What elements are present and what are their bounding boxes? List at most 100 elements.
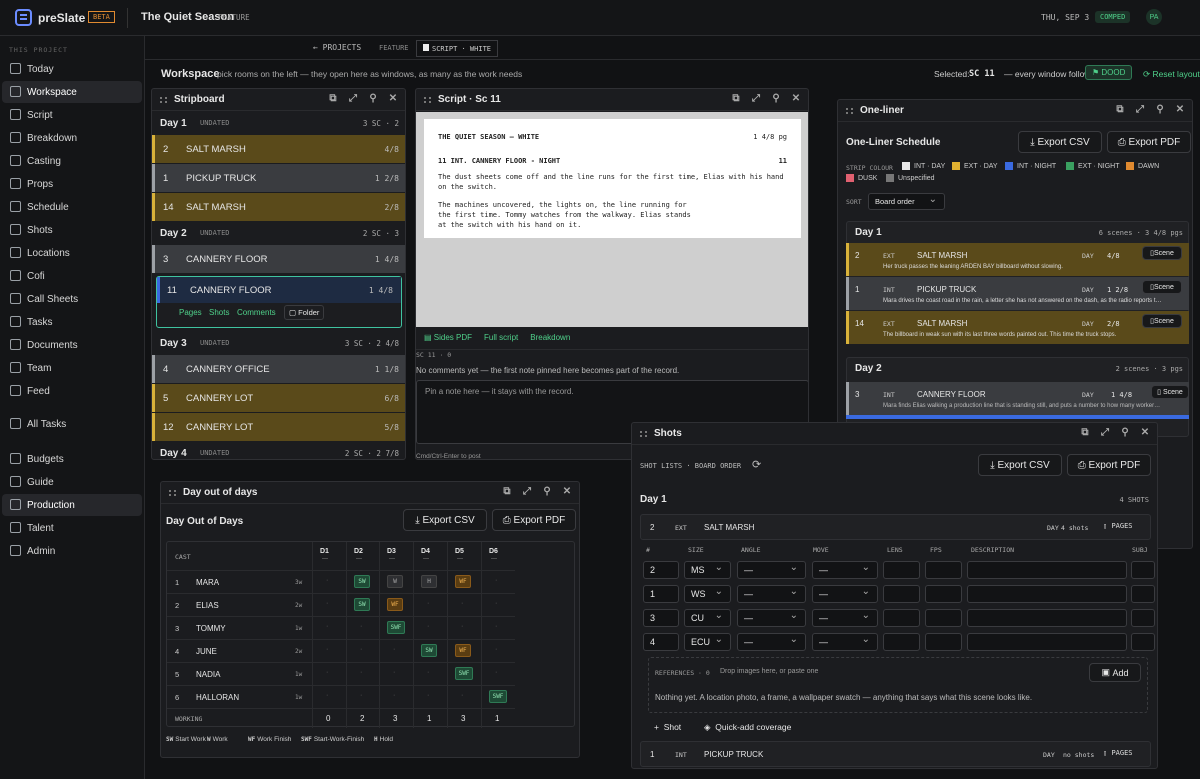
day-header[interactable]: Day 1 UNDATED 3 SC · 2 — [152, 112, 405, 134]
scene-button[interactable]: ▯ Scene — [1151, 385, 1189, 399]
shot-size-select[interactable]: WS — [684, 585, 731, 603]
selected-strip[interactable]: 11 CANNERY FLOOR 1 4/8 Pages Shots Comments ▢ … — [156, 276, 402, 328]
shot-lens-input[interactable] — [883, 633, 920, 651]
oneliner-row[interactable]: 3 INT CANNERY FLOOR DAY 1 4/8 Mara finds… — [846, 382, 1189, 415]
sidebar-item-team[interactable]: Team — [2, 357, 142, 379]
sidebar-item-call-sheets[interactable]: Call Sheets — [2, 288, 142, 310]
dood-status-sw[interactable]: SW — [421, 644, 437, 657]
day-header[interactable]: Day 2 UNDATED 2 SC · 3 — [152, 222, 405, 244]
maximize-icon[interactable]: ⤢ — [1134, 104, 1146, 115]
shot-size-select[interactable]: ECU — [684, 633, 731, 651]
close-icon[interactable]: ✕ — [1139, 427, 1151, 438]
shots-scene-row[interactable]: 1 INT PICKUP TRUCK DAY no shots ▯ PAGES — [640, 741, 1151, 767]
dood-status-sw[interactable]: SW — [354, 575, 370, 588]
popout-icon[interactable]: ⧉ — [501, 486, 513, 497]
sidebar-item-talent[interactable]: Talent — [2, 517, 142, 539]
sidebar-item-today[interactable]: Today — [2, 58, 142, 80]
sidebar-item-documents[interactable]: Documents — [2, 334, 142, 356]
shot-fps-input[interactable] — [925, 561, 962, 579]
sidebar-item-tasks[interactable]: Tasks — [2, 311, 142, 333]
shot-fps-input[interactable] — [925, 633, 962, 651]
shot-size-select[interactable]: MS — [684, 561, 731, 579]
shot-subject-input[interactable] — [1131, 633, 1155, 651]
pages-button[interactable]: ▯ PAGES — [1103, 522, 1133, 530]
sort-select[interactable]: Board order — [868, 193, 945, 210]
dood-status-sw[interactable]: SW — [354, 598, 370, 611]
pages-button[interactable]: ▯ PAGES — [1103, 749, 1133, 757]
shot-description-input[interactable] — [967, 633, 1127, 651]
oneliner-titlebar[interactable]: One-liner ⧉ ⤢ ⚲ ✕ — [838, 100, 1192, 122]
pin-icon[interactable]: ⚲ — [541, 486, 553, 497]
dood-button[interactable]: ⚑ DOOD — [1085, 65, 1133, 80]
dood-titlebar[interactable]: Day out of days ⧉ ⤢ ⚲ ✕ — [161, 482, 579, 504]
day-header[interactable]: Day 4 UNDATED 2 SC · 2 7/8 — [152, 442, 405, 459]
shot-angle-select[interactable]: — — [737, 561, 806, 579]
export-csv-button[interactable]: ⤓ Export CSV — [403, 509, 487, 531]
close-icon[interactable]: ✕ — [790, 93, 802, 104]
shot-number-input[interactable]: 4 — [643, 633, 679, 651]
dood-status-swf[interactable]: SWF — [387, 621, 405, 634]
dood-status-swf[interactable]: SWF — [489, 690, 507, 703]
shot-fps-input[interactable] — [925, 609, 962, 627]
shots-titlebar[interactable]: Shots ⧉ ⤢ ⚲ ✕ — [632, 423, 1157, 445]
close-icon[interactable]: ✕ — [387, 93, 399, 104]
shot-subject-input[interactable] — [1131, 585, 1155, 603]
strip[interactable]: 3 CANNERY FLOOR 1 4/8 — [152, 245, 405, 273]
maximize-icon[interactable]: ⤢ — [750, 93, 762, 104]
shot-lens-input[interactable] — [883, 609, 920, 627]
shot-lens-input[interactable] — [883, 561, 920, 579]
shot-move-select[interactable]: — — [812, 561, 878, 579]
dood-status-w[interactable]: W — [387, 575, 403, 588]
shot-size-select[interactable]: CU — [684, 609, 731, 627]
dood-status-wf[interactable]: WF — [387, 598, 403, 611]
sidebar-item-breakdown[interactable]: Breakdown — [2, 127, 142, 149]
strip[interactable]: 14 SALT MARSH 2/8 — [152, 193, 405, 221]
sidebar-item-cofi[interactable]: Cofi — [2, 265, 142, 287]
reset-layout-button[interactable]: ⟳ Reset layout — [1143, 69, 1200, 80]
sidebar-item-script[interactable]: Script — [2, 104, 142, 126]
shot-angle-select[interactable]: — — [737, 609, 806, 627]
sidebar-item-locations[interactable]: Locations — [2, 242, 142, 264]
quick-add-button[interactable]: ◈ Quick-add coverage — [704, 722, 791, 733]
dood-status-wf[interactable]: WF — [455, 575, 471, 588]
shots-scene-row[interactable]: 2 EXT SALT MARSH DAY 4 shots ▯ PAGES — [640, 514, 1151, 540]
export-pdf-button[interactable]: ⎙ Export PDF — [1107, 131, 1191, 153]
references-dropzone[interactable]: REFERENCES · 0 Drop images here, or past… — [648, 657, 1148, 713]
sidebar-item-admin[interactable]: Admin — [2, 540, 142, 562]
folder-button[interactable]: ▢ Folder — [284, 305, 325, 320]
breakdown-link[interactable]: Breakdown — [530, 333, 570, 342]
pin-icon[interactable]: ⚲ — [770, 93, 782, 104]
shot-description-input[interactable] — [967, 561, 1127, 579]
export-pdf-button[interactable]: ⎙ Export PDF — [1067, 454, 1151, 476]
scene-button[interactable]: ▯ Scene — [1142, 246, 1182, 260]
script-titlebar[interactable]: Script · Sc 11 ⧉ ⤢ ⚲ ✕ — [416, 89, 808, 111]
pin-icon[interactable]: ⚲ — [1119, 427, 1131, 438]
sidebar-item-props[interactable]: Props — [2, 173, 142, 195]
popout-icon[interactable]: ⧉ — [327, 93, 339, 104]
oneliner-row[interactable]: 2 EXT SALT MARSH DAY 4/8 Her truck passes the… — [846, 243, 1189, 276]
oneliner-row[interactable]: 14 EXT SALT MARSH DAY 2/8 The billboard in we… — [846, 311, 1189, 344]
script-version-chip[interactable]: SCRIPT · WHITE — [416, 40, 499, 57]
shot-description-input[interactable] — [967, 609, 1127, 627]
dood-status-wf[interactable]: WF — [455, 644, 471, 657]
pin-icon[interactable]: ⚲ — [367, 93, 379, 104]
shot-angle-select[interactable]: — — [737, 633, 806, 651]
full-script-link[interactable]: Full script — [484, 333, 518, 342]
shot-subject-input[interactable] — [1131, 609, 1155, 627]
shot-number-input[interactable]: 3 — [643, 609, 679, 627]
maximize-icon[interactable]: ⤢ — [1099, 427, 1111, 438]
sidebar-item-guide[interactable]: Guide — [2, 471, 142, 493]
sides-pdf-link[interactable]: ▤ Sides PDF — [424, 333, 472, 342]
strip[interactable]: 12 CANNERY LOT 5/8 — [152, 413, 405, 441]
pin-icon[interactable]: ⚲ — [1154, 104, 1166, 115]
drag-handle-icon[interactable] — [846, 108, 853, 114]
close-icon[interactable]: ✕ — [561, 486, 573, 497]
sidebar-item-shots[interactable]: Shots — [2, 219, 142, 241]
avatar[interactable]: PA — [1146, 9, 1162, 25]
day-header[interactable]: Day 3 UNDATED 3 SC · 2 4/8 — [152, 332, 405, 354]
sidebar-item-feed[interactable]: Feed — [2, 380, 142, 402]
sidebar-item-casting[interactable]: Casting — [2, 150, 142, 172]
export-csv-button[interactable]: ⤓ Export CSV — [1018, 131, 1102, 153]
dood-status-swf[interactable]: SWF — [455, 667, 473, 680]
sidebar-item-production[interactable]: Production — [2, 494, 142, 516]
